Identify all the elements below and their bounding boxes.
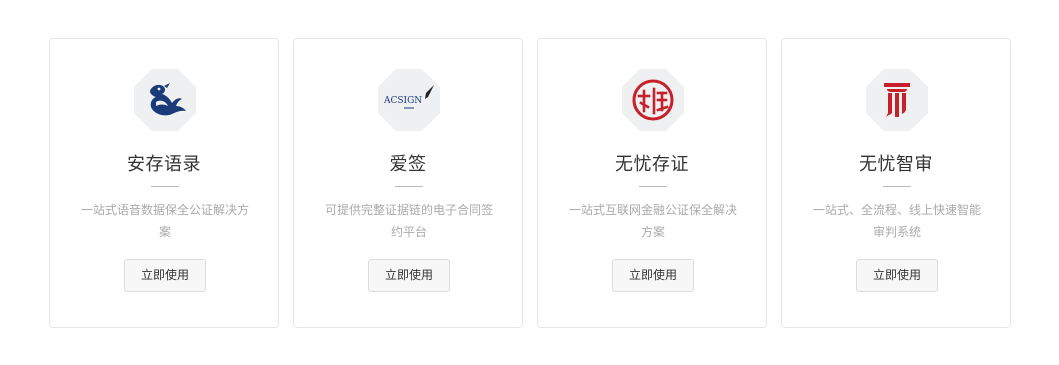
use-now-button[interactable]: 立即使用 (124, 259, 206, 292)
product-card-list: 安存语录 一站式语音数据保全公证解决方案 立即使用 ACSIGN 爱签 可提供完… (0, 0, 1059, 365)
use-now-button[interactable]: 立即使用 (368, 259, 450, 292)
product-description: 一站式、全流程、线上快速智能审判系统 (812, 203, 981, 239)
product-title: 无忧智审 (859, 154, 933, 175)
product-card-wuyou-zhishen: 无忧智审 一站式、全流程、线上快速智能审判系统 立即使用 (781, 38, 1011, 328)
seal-logo-icon (622, 69, 684, 131)
product-title: 爱签 (389, 154, 427, 175)
product-card-aiqian: ACSIGN 爱签 可提供完整证据链的电子合同签约平台 立即使用 (293, 38, 523, 328)
product-description: 可提供完整证据链的电子合同签约平台 (324, 203, 493, 239)
product-title: 无忧存证 (615, 154, 689, 175)
use-now-button[interactable]: 立即使用 (612, 259, 694, 292)
acsign-logo-icon: ACSIGN (378, 69, 440, 131)
acsign-logo-text: ACSIGN (383, 96, 422, 106)
pillar-logo-icon (866, 69, 928, 131)
title-divider (395, 186, 423, 187)
title-divider (151, 186, 179, 187)
product-title: 安存语录 (127, 154, 201, 175)
product-card-ancun-yulu: 安存语录 一站式语音数据保全公证解决方案 立即使用 (49, 38, 279, 328)
product-description: 一站式互联网金融公证保全解决方案 (568, 203, 737, 239)
bird-logo-icon (134, 69, 196, 131)
title-divider (639, 186, 667, 187)
product-card-wuyou-cunzheng: 无忧存证 一站式互联网金融公证保全解决方案 立即使用 (537, 38, 767, 328)
use-now-button[interactable]: 立即使用 (856, 259, 938, 292)
title-divider (883, 186, 911, 187)
product-description: 一站式语音数据保全公证解决方案 (80, 203, 249, 239)
